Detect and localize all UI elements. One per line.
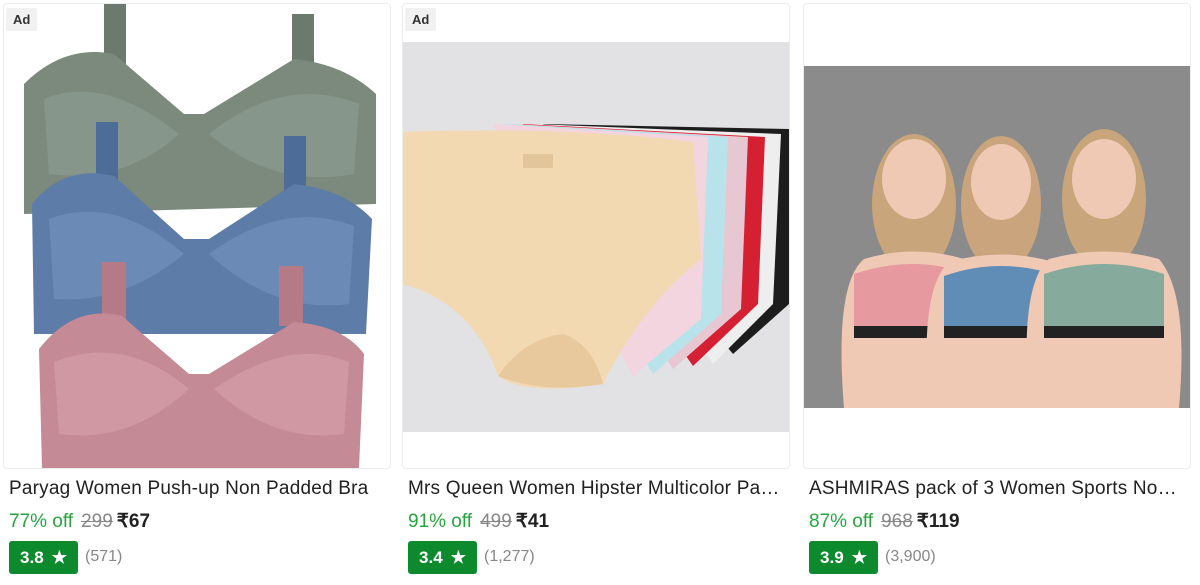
- product-title[interactable]: Mrs Queen Women Hipster Multicolor Panty: [408, 478, 780, 500]
- rating-count: (571): [85, 548, 123, 565]
- rating-count: (1,277): [484, 548, 535, 565]
- star-icon: ★: [51, 547, 67, 567]
- rating-badge: 3.4 ★: [408, 541, 477, 574]
- selling-price: ₹41: [515, 511, 550, 532]
- price-row: 91% off 499 ₹41: [408, 510, 549, 533]
- price-row: 77% off 299 ₹67: [9, 510, 150, 533]
- rating-count: (3,900): [885, 548, 936, 565]
- bra-stack-image: [24, 4, 376, 468]
- star-icon: ★: [450, 547, 466, 567]
- rating-value: 3.8: [20, 547, 44, 567]
- rating-badge: 3.8 ★: [9, 541, 78, 574]
- selling-price: ₹67: [116, 511, 151, 532]
- rating-badge: 3.9 ★: [809, 541, 878, 574]
- price-row: 87% off 968 ₹119: [809, 510, 960, 533]
- product-title[interactable]: ASHMIRAS pack of 3 Women Sports Non Padd…: [809, 478, 1181, 500]
- star-icon: ★: [851, 547, 867, 567]
- original-price: 968: [881, 511, 913, 532]
- product-image[interactable]: Ad: [3, 3, 391, 469]
- product-card[interactable]: ASHMIRAS pack of 3 Women Sports Non Padd…: [803, 0, 1193, 585]
- panty-fan-image: [403, 42, 789, 432]
- product-card[interactable]: Ad Mrs Queen Women Hipster Multicolor Pa…: [402, 0, 792, 585]
- product-image[interactable]: [803, 3, 1191, 469]
- discount-label: 77% off: [9, 511, 74, 532]
- ad-badge: Ad: [6, 8, 38, 31]
- product-grid: Ad Paryag Women Push-up Non Padded Bra 7…: [0, 0, 1200, 585]
- selling-price: ₹119: [916, 511, 960, 532]
- product-card[interactable]: Ad Paryag Women Push-up Non Padded Bra 7…: [3, 0, 393, 585]
- models-image: [804, 66, 1190, 408]
- product-image[interactable]: Ad: [402, 3, 790, 469]
- original-price: 499: [480, 511, 512, 532]
- rating-value: 3.4: [419, 547, 443, 567]
- original-price: 299: [81, 511, 113, 532]
- ad-badge: Ad: [405, 8, 437, 31]
- discount-label: 91% off: [408, 511, 473, 532]
- product-title[interactable]: Paryag Women Push-up Non Padded Bra: [9, 478, 381, 500]
- rating-value: 3.9: [820, 547, 844, 567]
- discount-label: 87% off: [809, 511, 874, 532]
